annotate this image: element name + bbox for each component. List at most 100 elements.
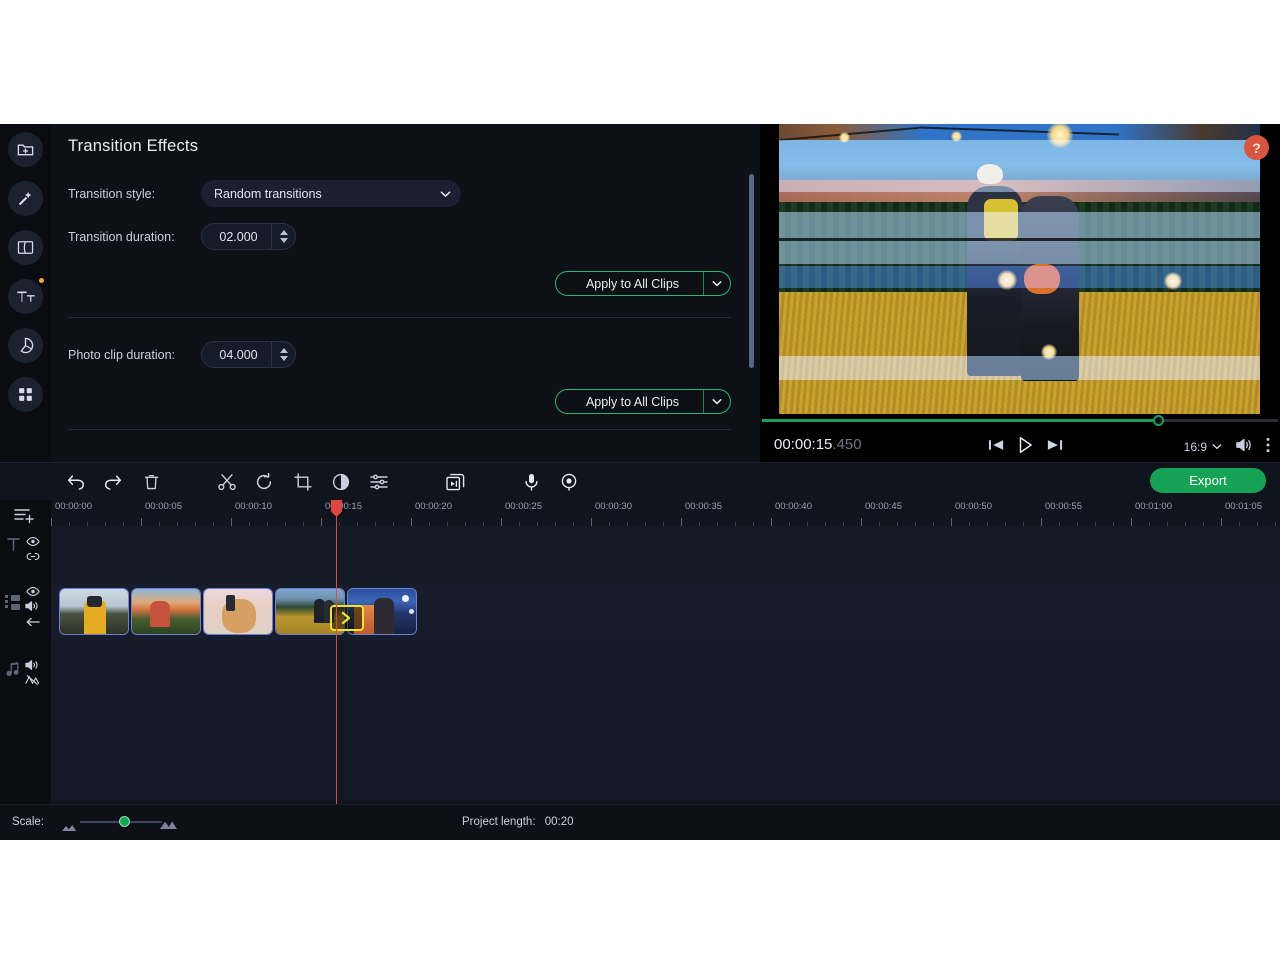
- clip-5-couple: [374, 598, 394, 634]
- ruler-major-tick: [1131, 518, 1132, 526]
- ruler-major-tick: [861, 518, 862, 526]
- audio-track-icon: [6, 662, 20, 682]
- rail-titles-icon[interactable]: [8, 279, 43, 314]
- stepper-up-icon[interactable]: [279, 348, 288, 353]
- split-button[interactable]: [215, 470, 239, 494]
- video-track-icon: [5, 595, 20, 616]
- ruler-major-tick: [231, 518, 232, 526]
- transition-duration-value: 02.000: [219, 229, 258, 244]
- preview-player: ? 00:00:15.450 16:9: [760, 124, 1280, 462]
- clip-3[interactable]: [203, 588, 273, 635]
- ruler-major-tick: [321, 518, 322, 526]
- preview-right-controls: 16:9: [1184, 437, 1270, 456]
- timeline-ruler[interactable]: 00:00:00 00:00:05 00:00:10 00:00:15 00:0…: [51, 500, 1280, 526]
- titles-update-badge: [39, 278, 44, 283]
- timecode-main: 00:00:15: [774, 436, 833, 453]
- redo-button[interactable]: [101, 470, 125, 494]
- playhead[interactable]: [331, 500, 342, 804]
- volume-icon[interactable]: [1235, 437, 1253, 456]
- video-track-lane[interactable]: [51, 583, 1280, 640]
- transition-blind-stripe: [779, 140, 1260, 192]
- timeline-toolbar: Export: [0, 463, 1280, 500]
- scale-small-icon[interactable]: [62, 818, 76, 836]
- transition-style-select[interactable]: Random transitions: [201, 180, 461, 207]
- crop-button[interactable]: [291, 470, 315, 494]
- more-settings-button[interactable]: [367, 470, 391, 494]
- record-webcam-button[interactable]: [557, 470, 581, 494]
- color-adjust-button[interactable]: [329, 470, 353, 494]
- ruler-label: 00:00:35: [685, 501, 722, 512]
- ruler-label: 00:00:15: [325, 501, 362, 512]
- play-icon[interactable]: [1017, 436, 1034, 459]
- apply-transition-chevron-down-icon[interactable]: [704, 280, 730, 287]
- audio-track-waveform-icon[interactable]: [25, 673, 40, 691]
- title-track-lane[interactable]: [51, 526, 1280, 583]
- page-title: Transition Effects: [68, 137, 199, 155]
- ruler-major-tick: [411, 518, 412, 526]
- photo-clip-duration-value: 04.000: [219, 347, 258, 362]
- title-track-icon: [7, 537, 20, 556]
- delete-button[interactable]: [139, 470, 163, 494]
- panel-scrollbar[interactable]: [749, 174, 754, 368]
- apply-photo-duration-chevron-down-icon[interactable]: [704, 398, 730, 405]
- scale-large-icon[interactable]: [160, 816, 177, 834]
- more-options-icon[interactable]: [1266, 437, 1270, 456]
- clip-2-subject: [150, 601, 170, 627]
- rail-more-tools-icon[interactable]: [8, 377, 43, 412]
- transition-duration-arrows[interactable]: [271, 224, 295, 249]
- apply-photo-duration-to-all-clips-button[interactable]: Apply to All Clips: [555, 389, 731, 414]
- stepper-down-icon[interactable]: [279, 238, 288, 243]
- aspect-ratio-value: 16:9: [1183, 439, 1207, 454]
- prev-frame-icon[interactable]: [988, 438, 1005, 457]
- ruler-label: 00:00:45: [865, 501, 902, 512]
- rail-stickers-icon[interactable]: [8, 328, 43, 363]
- video-track-arrow-left-icon[interactable]: [26, 614, 40, 632]
- ruler-major-tick: [51, 518, 52, 526]
- next-frame-icon[interactable]: [1046, 438, 1063, 457]
- clip-1-camera: [87, 596, 102, 607]
- rail-filters-icon[interactable]: [8, 181, 43, 216]
- ruler-label: 00:01:00: [1135, 501, 1172, 512]
- preview-video-frame[interactable]: [779, 124, 1260, 414]
- stepper-down-icon[interactable]: [279, 356, 288, 361]
- transition-effects-panel: Transition Effects Transition style: Ran…: [51, 124, 760, 462]
- photo-clip-duration-label: Photo clip duration:: [68, 348, 176, 362]
- transition-blind-stripe: [779, 266, 1260, 288]
- seek-handle[interactable]: [1153, 415, 1164, 426]
- add-track-icon[interactable]: [14, 508, 36, 530]
- ruler-label: 00:00:10: [235, 501, 272, 512]
- audio-track-lane[interactable]: [51, 640, 1280, 800]
- photo-clip-duration-stepper[interactable]: 04.000: [201, 341, 296, 368]
- ruler-major-tick: [951, 518, 952, 526]
- record-audio-button[interactable]: [519, 470, 543, 494]
- ruler-label: 00:00:05: [145, 501, 182, 512]
- help-icon[interactable]: ?: [1244, 135, 1269, 160]
- photo-clip-duration-arrows[interactable]: [271, 342, 295, 367]
- apply-transition-to-all-clips-button[interactable]: Apply to All Clips: [555, 271, 731, 296]
- seek-progress: [762, 419, 1158, 422]
- left-tool-rail: [0, 124, 51, 462]
- scale-slider-handle[interactable]: [119, 816, 130, 827]
- title-track-link-icon[interactable]: [26, 549, 40, 567]
- transition-duration-stepper[interactable]: 02.000: [201, 223, 296, 250]
- ruler-label: 00:01:05: [1225, 501, 1262, 512]
- aspect-ratio-selector[interactable]: 16:9: [1184, 440, 1222, 454]
- export-button[interactable]: Export: [1150, 468, 1266, 493]
- montage-wizard-button[interactable]: [443, 470, 467, 494]
- rail-transitions-icon[interactable]: [8, 230, 43, 265]
- preview-seek-area[interactable]: [760, 415, 1280, 427]
- project-length-value: 00:20: [544, 816, 574, 828]
- transition-blind-stripe: [779, 356, 1260, 380]
- clip-2[interactable]: [131, 588, 201, 635]
- rotate-button[interactable]: [252, 470, 276, 494]
- timeline-tracks: [51, 526, 1280, 804]
- ruler-major-tick: [681, 518, 682, 526]
- clip-1[interactable]: [59, 588, 129, 635]
- divider: [703, 272, 704, 295]
- ruler-major-tick: [1041, 518, 1042, 526]
- undo-button[interactable]: [64, 470, 88, 494]
- stepper-up-icon[interactable]: [279, 230, 288, 235]
- rail-import-icon[interactable]: [8, 132, 43, 167]
- preview-controls: 00:00:15.450 16:9: [760, 429, 1280, 462]
- blind-gap: [779, 238, 1260, 241]
